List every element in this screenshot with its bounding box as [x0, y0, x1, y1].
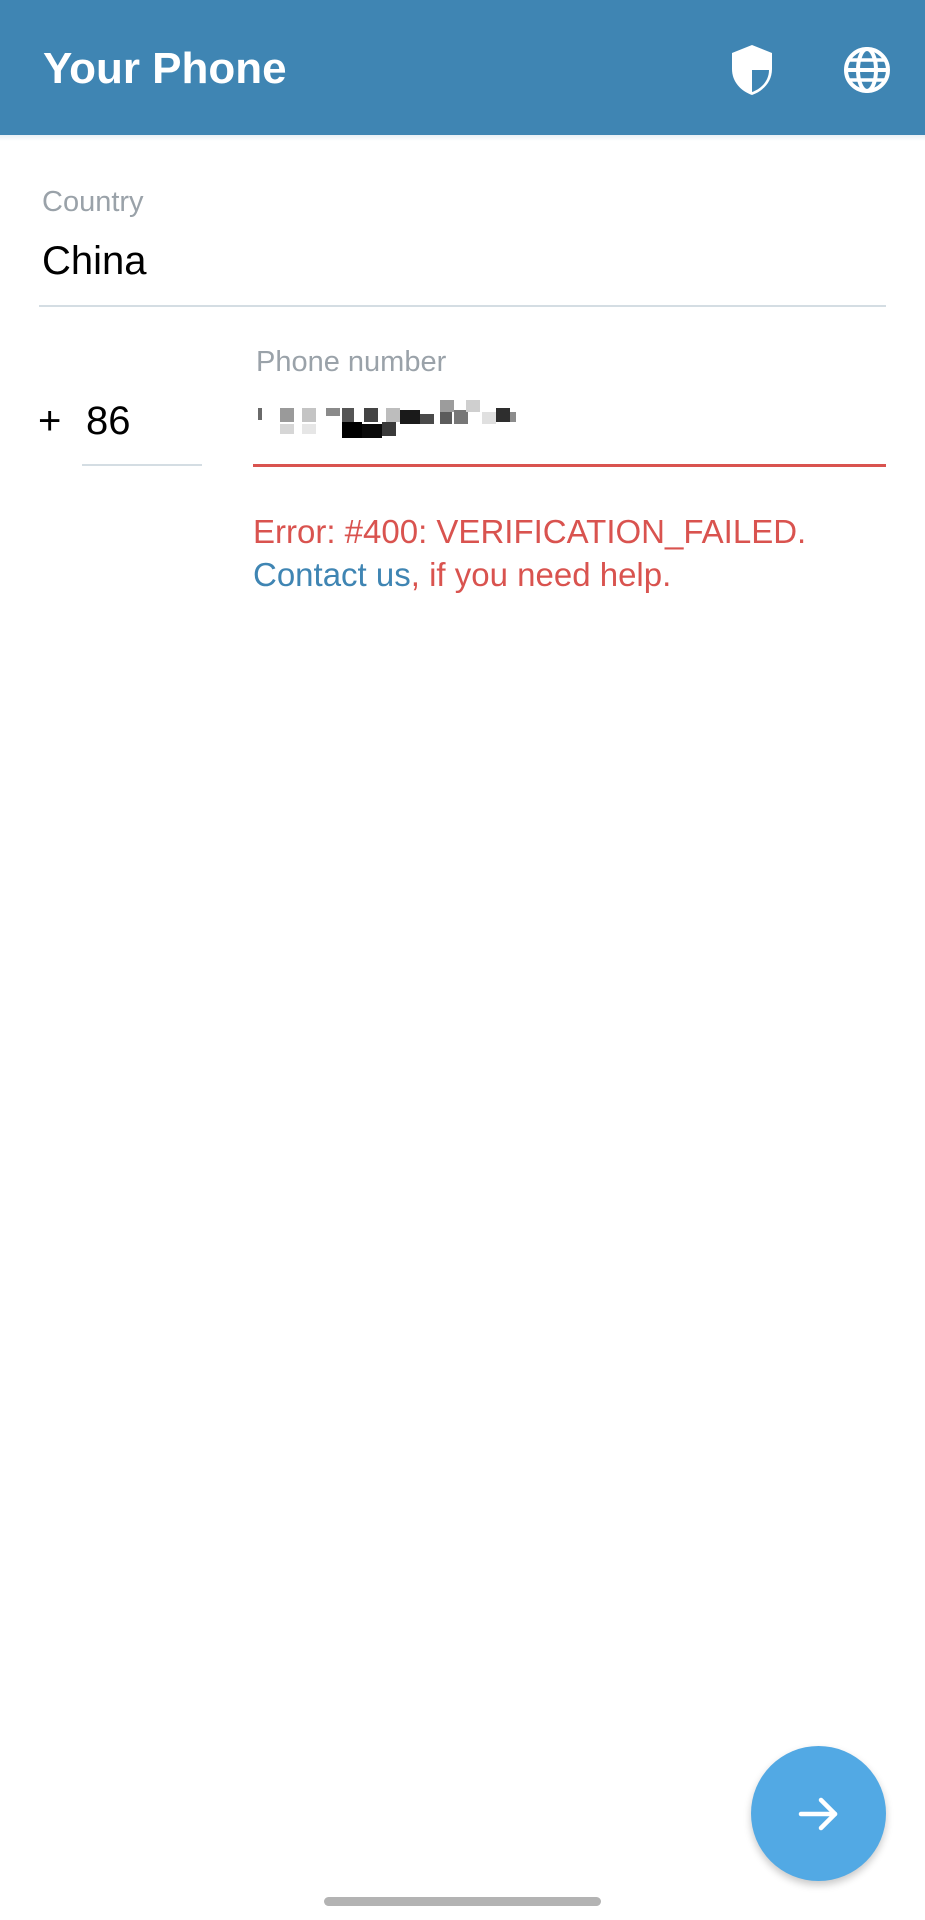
next-button[interactable] — [751, 1746, 886, 1881]
country-code-underline — [82, 464, 202, 466]
phone-number-underline — [253, 464, 886, 467]
globe-icon — [844, 47, 890, 93]
arrow-right-icon — [798, 1797, 837, 1830]
privacy-button[interactable] — [717, 35, 787, 105]
country-code-input[interactable]: 86 — [86, 398, 131, 444]
shield-icon — [732, 45, 772, 95]
home-indicator[interactable] — [324, 1897, 601, 1906]
phone-number-input[interactable] — [254, 396, 894, 444]
error-help-suffix: , if you need help. — [410, 556, 672, 593]
language-button[interactable] — [832, 35, 902, 105]
error-help-line: Contact us, if you need help. — [253, 553, 893, 596]
error-message: Error: #400: VERIFICATION_FAILED. Contac… — [253, 510, 893, 596]
app-bar-shadow — [0, 135, 925, 141]
country-field[interactable]: China — [42, 238, 147, 284]
page-title: Your Phone — [43, 44, 287, 93]
country-label: Country — [42, 186, 144, 218]
country-underline — [39, 305, 886, 307]
app-bar: Your Phone — [0, 0, 925, 135]
plus-sign: + — [38, 399, 62, 443]
phone-number-label: Phone number — [256, 346, 447, 378]
error-text: Error: #400: VERIFICATION_FAILED. — [253, 513, 807, 550]
contact-us-link[interactable]: Contact us — [253, 556, 411, 593]
